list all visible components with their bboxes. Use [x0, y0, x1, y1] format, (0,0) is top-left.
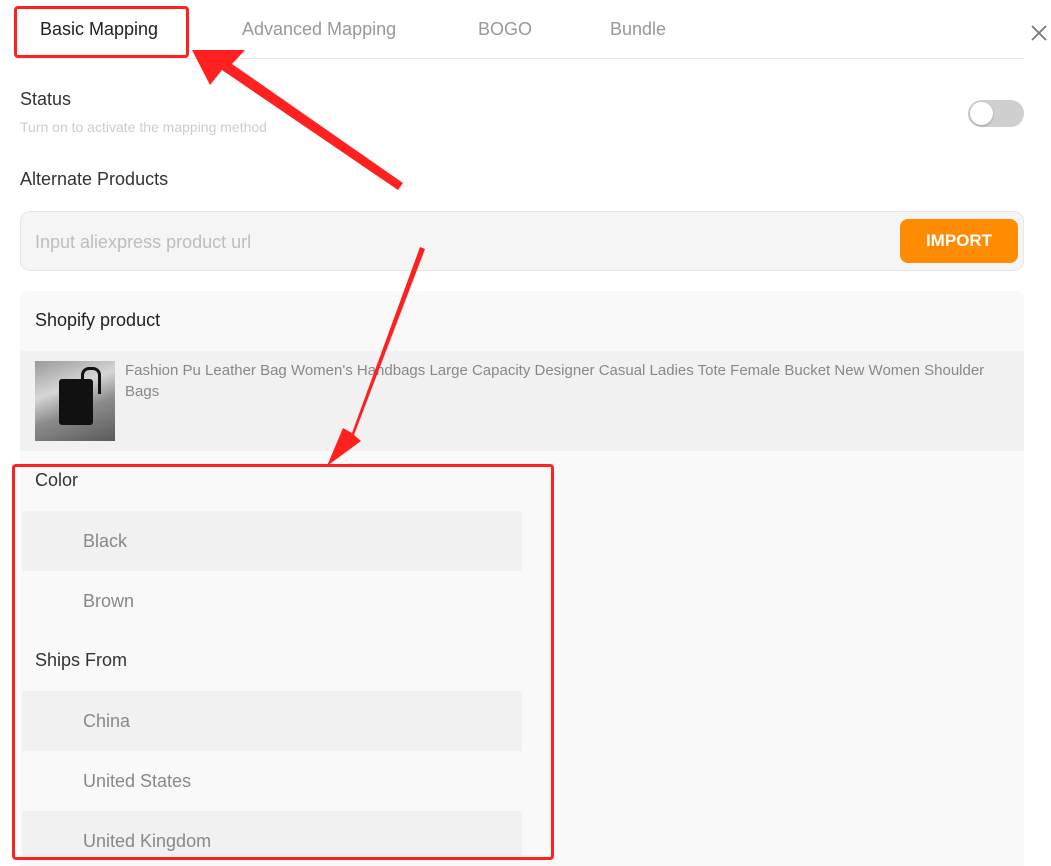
- product-name: Fashion Pu Leather Bag Women's Handbags …: [125, 362, 985, 400]
- tab-advanced-mapping[interactable]: Advanced Mapping: [242, 0, 396, 58]
- ships-from-title: Ships From: [35, 650, 128, 670]
- product-url-input[interactable]: [33, 224, 897, 260]
- import-button[interactable]: IMPORT: [900, 219, 1018, 263]
- option-ships-united-states[interactable]: United States: [22, 751, 522, 811]
- option-ships-united-kingdom[interactable]: United Kingdom: [22, 811, 522, 859]
- status-title: Status: [20, 89, 72, 109]
- tab-bogo[interactable]: BOGO: [478, 0, 532, 58]
- tab-bar: Basic Mapping Advanced Mapping BOGO Bund…: [15, 0, 1024, 59]
- option-ships-china[interactable]: China: [22, 691, 522, 751]
- option-color-black[interactable]: Black: [22, 511, 522, 571]
- option-color-brown[interactable]: Brown: [22, 571, 522, 631]
- product-image: [35, 361, 115, 441]
- import-bar: IMPORT: [20, 211, 1024, 271]
- toggle-knob: [970, 102, 993, 125]
- color-title: Color: [35, 470, 79, 490]
- tab-bundle[interactable]: Bundle: [610, 0, 666, 58]
- status-description: Turn on to activate the mapping method: [20, 119, 267, 135]
- close-icon[interactable]: [1028, 22, 1050, 44]
- status-toggle[interactable]: [968, 100, 1024, 127]
- alternate-products-title: Alternate Products: [20, 169, 169, 189]
- tab-basic-mapping[interactable]: Basic Mapping: [40, 0, 158, 58]
- shopify-product-title: Shopify product: [35, 310, 161, 330]
